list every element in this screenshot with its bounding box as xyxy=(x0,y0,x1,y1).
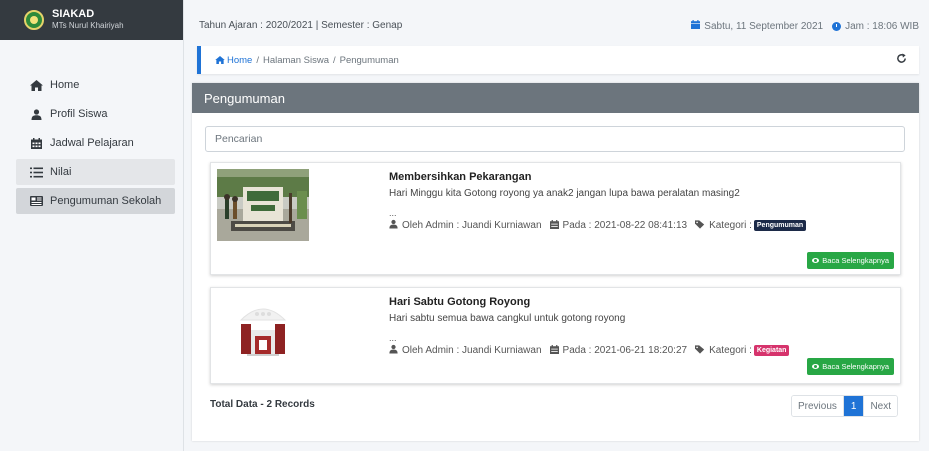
sidebar-item-label: Home xyxy=(50,79,80,91)
sidebar-item-profil-siswa[interactable]: Profil Siswa xyxy=(16,101,175,127)
breadcrumb-halaman-siswa[interactable]: Halaman Siswa xyxy=(263,55,329,66)
academic-session: Tahun Ajaran : 2020/2021 | Semester : Ge… xyxy=(199,20,403,31)
brand-text: SIAKAD MTs Nurul Khairiyah xyxy=(52,9,124,31)
announcement-ellipsis: ... xyxy=(389,208,397,218)
user-icon xyxy=(28,108,44,120)
breadcrumb: Home / Halaman Siswa / Pengumuman xyxy=(197,46,919,74)
announcement-item: Hari Sabtu Gotong Royong Hari sabtu semu… xyxy=(210,287,901,384)
list-icon xyxy=(28,167,44,178)
topbar: Tahun Ajaran : 2020/2021 | Semester : Ge… xyxy=(190,20,919,42)
read-more-label: Baca Selengkapnya xyxy=(822,362,889,371)
tags-icon xyxy=(695,344,705,357)
calendar-icon xyxy=(549,344,559,357)
pagination: Previous 1 Next xyxy=(790,395,898,417)
home-icon xyxy=(28,79,44,91)
total-records: Total Data - 2 Records xyxy=(210,399,315,410)
announcement-meta: Oleh Admin : Juandi Kurniawan Pada : 202… xyxy=(389,344,892,357)
tags-icon xyxy=(695,219,705,232)
clock-icon xyxy=(832,21,842,31)
announcement-description: Hari sabtu semua bawa cangkul untuk goto… xyxy=(389,313,626,324)
calendar-icon xyxy=(691,20,701,32)
brand-subtitle: MTs Nurul Khairiyah xyxy=(52,21,124,30)
announcement-description: Hari Minggu kita Gotong royong ya anak2 … xyxy=(389,188,740,199)
read-more-label: Baca Selengkapnya xyxy=(822,256,889,265)
pagination-previous[interactable]: Previous xyxy=(791,396,844,416)
announcement-thumbnail[interactable] xyxy=(217,294,309,366)
brand-title: SIAKAD xyxy=(52,8,95,20)
home-icon xyxy=(215,55,225,64)
announcement-title[interactable]: Hari Sabtu Gotong Royong xyxy=(389,296,892,308)
breadcrumb-home-label: Home xyxy=(227,54,253,66)
sidebar-menu: Home Profil Siswa Jadwal Pelajaran Nilai… xyxy=(0,40,183,214)
announcement-category-label: Kategori : xyxy=(709,345,752,356)
sidebar-item-label: Profil Siswa xyxy=(50,108,108,120)
breadcrumb-separator: / xyxy=(332,54,336,66)
eye-icon xyxy=(812,258,820,263)
announcement-date: Pada : 2021-08-22 08:41:13 xyxy=(562,220,688,231)
read-more-button[interactable]: Baca Selengkapnya xyxy=(807,358,894,375)
calendar-icon xyxy=(28,137,44,149)
school-logo-icon xyxy=(24,10,44,30)
sidebar-item-jadwal-pelajaran[interactable]: Jadwal Pelajaran xyxy=(16,130,175,156)
brand[interactable]: SIAKAD MTs Nurul Khairiyah xyxy=(0,0,183,40)
pagination-next[interactable]: Next xyxy=(863,396,897,416)
pagination-page-current[interactable]: 1 xyxy=(843,396,864,416)
search-input[interactable]: Pencarian xyxy=(205,126,905,152)
reload-icon[interactable] xyxy=(896,52,907,67)
read-more-button[interactable]: Baca Selengkapnya xyxy=(807,252,894,269)
announcement-card: Pengumuman Pencarian Membersihkan Pekara… xyxy=(192,83,919,441)
announcement-category-label: Kategori : xyxy=(709,220,752,231)
sidebar: SIAKAD MTs Nurul Khairiyah Home Profil S… xyxy=(0,0,184,451)
user-tie-icon xyxy=(389,219,398,232)
announcement-date: Pada : 2021-06-21 18:20:27 xyxy=(562,345,688,356)
eye-icon xyxy=(812,364,820,369)
card-title: Pengumuman xyxy=(192,83,919,113)
category-badge: Pengumuman xyxy=(753,220,807,231)
sidebar-item-pengumuman-sekolah[interactable]: Pengumuman Sekolah xyxy=(16,188,175,214)
sidebar-item-label: Nilai xyxy=(50,166,72,178)
announcement-meta: Oleh Admin : Juandi Kurniawan Pada : 202… xyxy=(389,219,892,232)
sidebar-item-label: Jadwal Pelajaran xyxy=(50,137,134,149)
announcement-thumbnail[interactable] xyxy=(217,169,309,241)
announcement-author: Oleh Admin : Juandi Kurniawan xyxy=(402,345,542,356)
breadcrumb-separator: / xyxy=(256,54,259,66)
user-tie-icon xyxy=(389,344,398,357)
category-badge: Kegiatan xyxy=(753,345,790,356)
newspaper-icon xyxy=(28,196,44,206)
sidebar-item-nilai[interactable]: Nilai xyxy=(16,159,175,185)
announcement-title[interactable]: Membersihkan Pekarangan xyxy=(389,171,892,183)
calendar-icon xyxy=(549,219,559,232)
current-time: Jam : 18:06 WIB xyxy=(845,20,919,32)
sidebar-item-home[interactable]: Home xyxy=(16,72,175,98)
sidebar-item-label: Pengumuman Sekolah xyxy=(50,195,162,207)
announcement-ellipsis: ... xyxy=(389,333,397,343)
announcement-item: Membersihkan Pekarangan Hari Minggu kita… xyxy=(210,162,901,275)
breadcrumb-home-link[interactable]: Home xyxy=(215,55,252,66)
current-date: Sabtu, 11 September 2021 xyxy=(704,20,824,32)
announcement-body: Hari Sabtu Gotong Royong Hari sabtu semu… xyxy=(389,296,892,357)
breadcrumb-current: Pengumuman xyxy=(339,54,399,66)
datetime-info: Sabtu, 11 September 2021 Jam : 18:06 WIB xyxy=(691,20,919,32)
announcement-body: Membersihkan Pekarangan Hari Minggu kita… xyxy=(389,171,892,232)
announcement-author: Oleh Admin : Juandi Kurniawan xyxy=(402,220,542,231)
